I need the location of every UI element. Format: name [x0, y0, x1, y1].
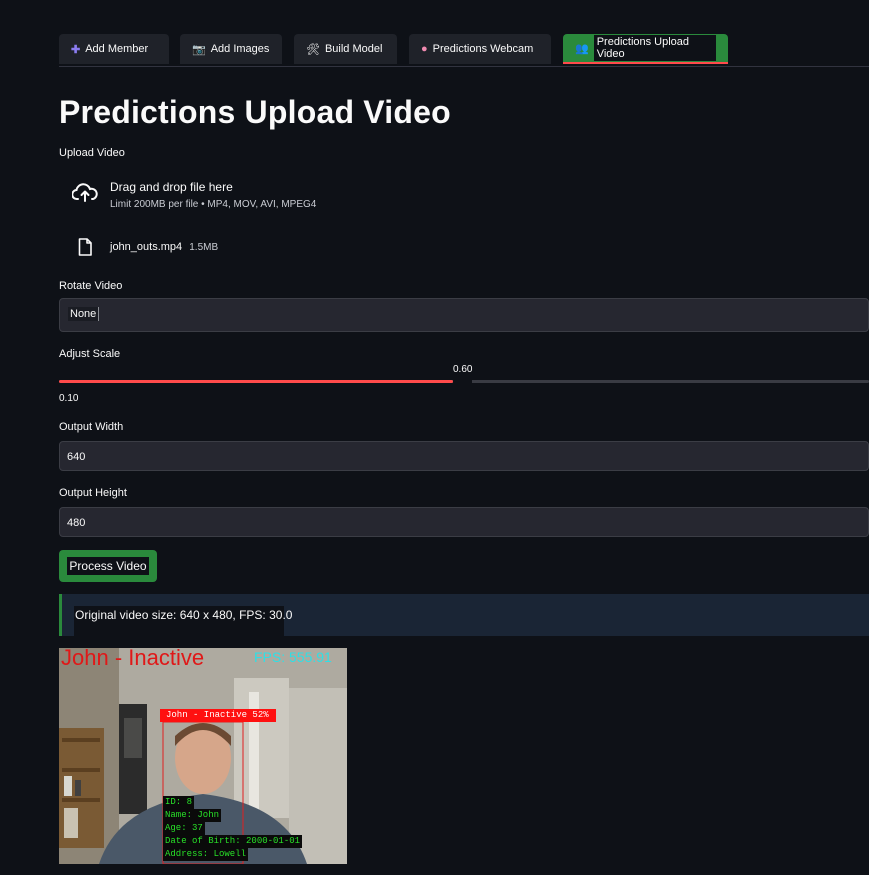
- process-video-button[interactable]: Process Video: [59, 550, 157, 582]
- rotate-value: None: [68, 307, 100, 321]
- upload-dropzone[interactable]: Drag and drop file here Limit 200MB per …: [59, 170, 359, 215]
- tab-add-images[interactable]: 📷 Add Images: [180, 34, 282, 64]
- overlay-detail-line: Name: John: [163, 809, 222, 822]
- page-title: Predictions Upload Video: [59, 94, 451, 130]
- tab-label: Add Member: [85, 43, 149, 55]
- plus-icon: ✚: [71, 43, 81, 56]
- scale-slider-thumb[interactable]: [453, 376, 472, 388]
- tab-predictions-upload-video[interactable]: 👥 Predictions Upload Video: [563, 34, 728, 64]
- scale-label: Adjust Scale: [59, 348, 121, 360]
- dropzone-title: Drag and drop file here: [110, 180, 233, 194]
- tab-add-member[interactable]: ✚ Add Member: [59, 34, 169, 64]
- camera-icon: 📷: [192, 43, 206, 56]
- overlay-face-label: John - Inactive 52%: [160, 709, 276, 722]
- overlay-detail-line: ID: 8: [163, 796, 195, 809]
- brain-icon: ●: [421, 43, 428, 55]
- overlay-details: ID: 8 Name: John Age: 37 Date of Birth: …: [163, 796, 303, 861]
- scale-min: 0.10: [59, 393, 79, 404]
- tab-label: Predictions Upload Video: [593, 35, 716, 61]
- output-width-label: Output Width: [59, 421, 124, 433]
- cloud-upload-icon: [71, 182, 98, 209]
- tab-label: Build Model: [324, 43, 383, 55]
- tab-label: Add Images: [210, 43, 270, 55]
- scale-slider-fill: [59, 380, 453, 383]
- tab-bar: ✚ Add Member 📷 Add Images 🛠 Build Model …: [59, 34, 869, 67]
- output-width-input[interactable]: 640: [59, 441, 869, 471]
- overlay-detail-line: Date of Birth: 2000-01-01: [163, 835, 303, 848]
- file-icon: [78, 238, 92, 261]
- tools-icon: 🛠: [306, 43, 320, 56]
- tab-build-model[interactable]: 🛠 Build Model: [294, 34, 397, 64]
- overlay-fps: FPS: 555.91: [254, 649, 332, 665]
- rotate-label: Rotate Video: [59, 280, 123, 292]
- uploaded-file: john_outs.mp4 1.5MB: [110, 241, 218, 253]
- dropzone-limit: Limit 200MB per file • MP4, MOV, AVI, MP…: [110, 199, 317, 210]
- info-alert: Original video size: 640 x 480, FPS: 30.…: [59, 594, 869, 636]
- overlay-detail-line: Address: Lowell: [163, 848, 249, 861]
- file-size: 1.5MB: [189, 242, 219, 253]
- output-height-input[interactable]: 480: [59, 507, 869, 537]
- overlay-name-status: John - Inactive: [61, 648, 205, 670]
- people-icon: 👥: [575, 42, 589, 55]
- tab-predictions-webcam[interactable]: ● Predictions Webcam: [409, 34, 551, 64]
- video-frame: John - Inactive FPS: 555.91 John - Inact…: [59, 648, 347, 864]
- output-height-label: Output Height: [59, 487, 127, 499]
- overlay-detail-line: Age: 37: [163, 822, 205, 835]
- rotate-select[interactable]: None: [59, 298, 869, 332]
- upload-label: Upload Video: [59, 147, 125, 159]
- scale-value: 0.60: [453, 364, 473, 375]
- file-name: john_outs.mp4: [110, 241, 183, 253]
- process-video-label: Process Video: [67, 557, 149, 575]
- info-text: Original video size: 640 x 480, FPS: 30.…: [75, 608, 293, 622]
- tab-label: Predictions Webcam: [432, 43, 534, 55]
